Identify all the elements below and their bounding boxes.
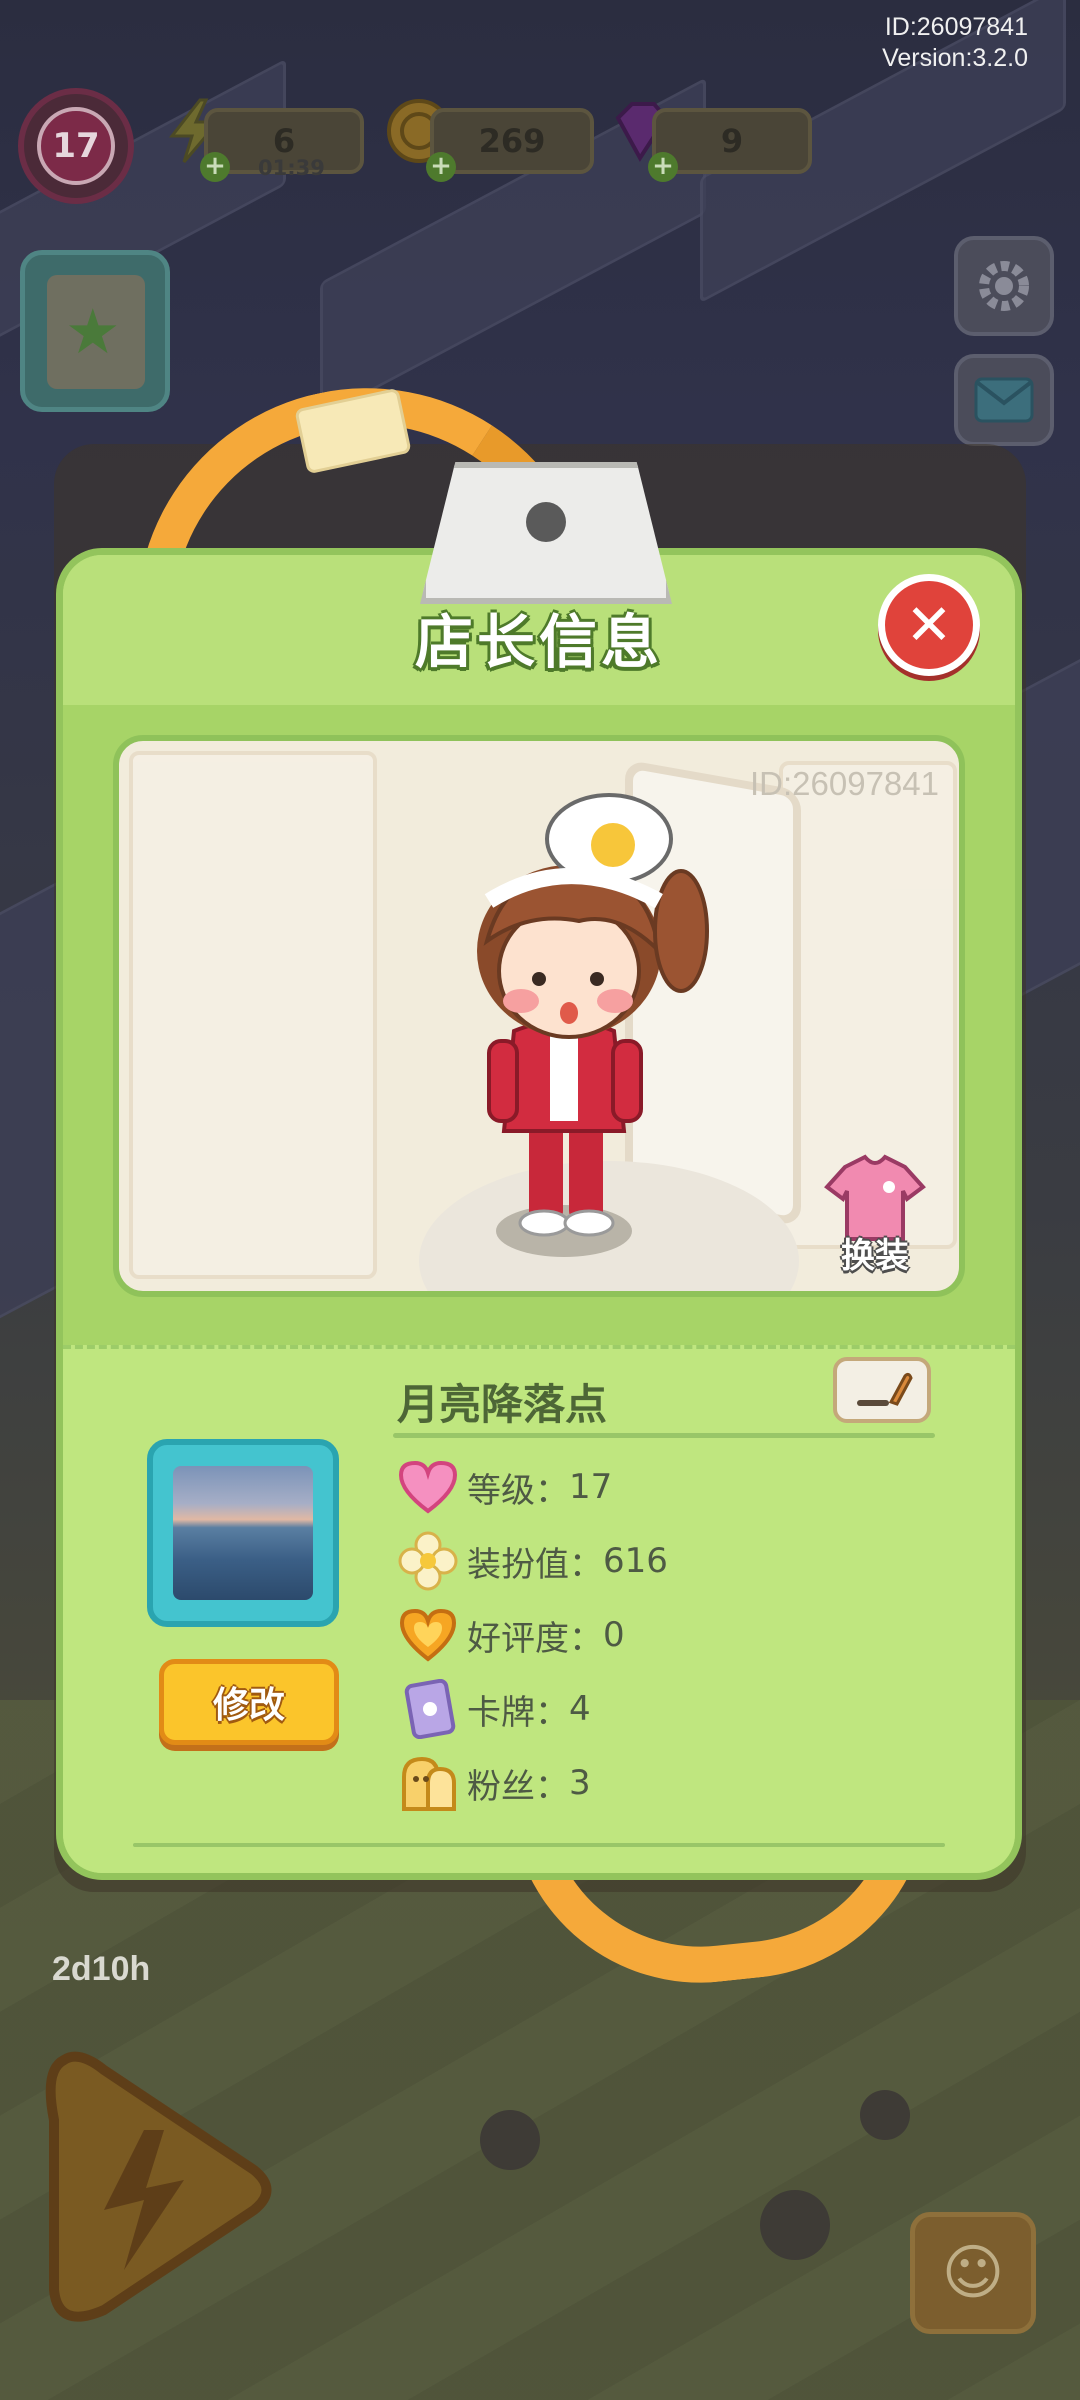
stat-rating: 好评度： 0 [397, 1603, 625, 1667]
stat-label: 等级： [467, 1470, 569, 1511]
stat-value: 17 [569, 1467, 613, 1507]
gem-value: 9 [720, 122, 744, 160]
mail-button[interactable] [954, 354, 1054, 446]
stat-cards: 卡牌： 4 [397, 1677, 591, 1741]
play-button[interactable] [34, 2040, 274, 2340]
background-customer [760, 2190, 830, 2260]
friends-icon: ☺ [941, 2238, 1005, 2308]
player-level-badge[interactable]: 17 [18, 88, 134, 204]
name-underline [393, 1433, 935, 1438]
stat-value: 4 [569, 1689, 591, 1729]
heart-icon [398, 1460, 458, 1514]
badge-tag [420, 462, 672, 604]
shop-name: 月亮降落点 [397, 1380, 608, 1429]
stat-dress-value: 装扮值： 616 [397, 1529, 668, 1593]
mail-icon [974, 377, 1034, 423]
stat-label: 粉丝： [467, 1766, 569, 1807]
star-icon: ★ [65, 295, 121, 368]
fans-icon [402, 1756, 456, 1811]
event-timer: 2d10h [52, 1950, 151, 1988]
change-outfit-label: 换装 [841, 1236, 909, 1276]
card-title: 店长信息 [414, 608, 663, 676]
owner-info-section: 月亮降落点 修改 等级： 17 装扮值： 616 好评度： 0 卡牌： 4 粉丝… [63, 1345, 1015, 1873]
task-clipboard-button[interactable]: ★ [20, 250, 170, 412]
change-outfit-button[interactable]: 换装 [815, 1147, 935, 1277]
stat-fans: 粉丝： 3 [397, 1751, 591, 1815]
stat-value: 616 [603, 1541, 668, 1581]
stat-label: 装扮值： [467, 1544, 603, 1585]
build-info: ID:26097841 Version:3.2.0 [882, 12, 1028, 74]
gem-counter[interactable]: 9 + [648, 108, 812, 182]
close-button[interactable]: ✕ [878, 574, 980, 676]
settings-button[interactable] [954, 236, 1054, 336]
stat-value: 3 [569, 1763, 591, 1803]
coin-counter[interactable]: 269 + [426, 108, 594, 182]
pencil-icon [857, 1372, 913, 1406]
flower-icon [398, 1531, 458, 1591]
character-portrait: ID:26097841 换装 [113, 735, 965, 1297]
tag-hole [526, 502, 566, 542]
coin-value: 269 [478, 122, 546, 160]
player-level-value: 17 [37, 107, 115, 185]
energy-timer: 01:39 [258, 156, 325, 180]
background-customer [480, 2110, 540, 2170]
add-gem-icon[interactable]: + [648, 152, 678, 182]
background-customer [860, 2090, 910, 2140]
stat-level: 等级： 17 [397, 1455, 612, 1519]
character-avatar [477, 793, 709, 1257]
friends-button[interactable]: ☺ [910, 2212, 1036, 2334]
energy-value: 6 [272, 122, 296, 160]
version-text: Version:3.2.0 [882, 44, 1028, 72]
card-icon [404, 1679, 456, 1739]
edit-name-button[interactable] [833, 1357, 931, 1423]
close-icon: ✕ [905, 592, 953, 658]
modify-avatar-button[interactable]: 修改 [159, 1659, 339, 1745]
shop-owner-card: 店长信息 ID:26097841 换装 月亮降落点 修改 等级： 17 装扮值：… [56, 548, 1022, 1880]
gear-icon [979, 261, 1029, 311]
stat-label: 卡牌： [467, 1692, 569, 1733]
gold-heart-icon [399, 1608, 457, 1662]
add-energy-icon[interactable]: + [200, 152, 230, 182]
card-bottom-divider [133, 1843, 945, 1847]
portrait-player-id: ID:26097841 [750, 765, 939, 802]
stat-value: 0 [603, 1615, 625, 1655]
avatar-frame[interactable] [147, 1439, 339, 1627]
add-coin-icon[interactable]: + [426, 152, 456, 182]
player-id-text: ID:26097841 [884, 13, 1028, 41]
avatar [173, 1466, 313, 1600]
wardrobe-shelf [129, 751, 377, 1279]
stat-label: 好评度： [467, 1618, 603, 1659]
